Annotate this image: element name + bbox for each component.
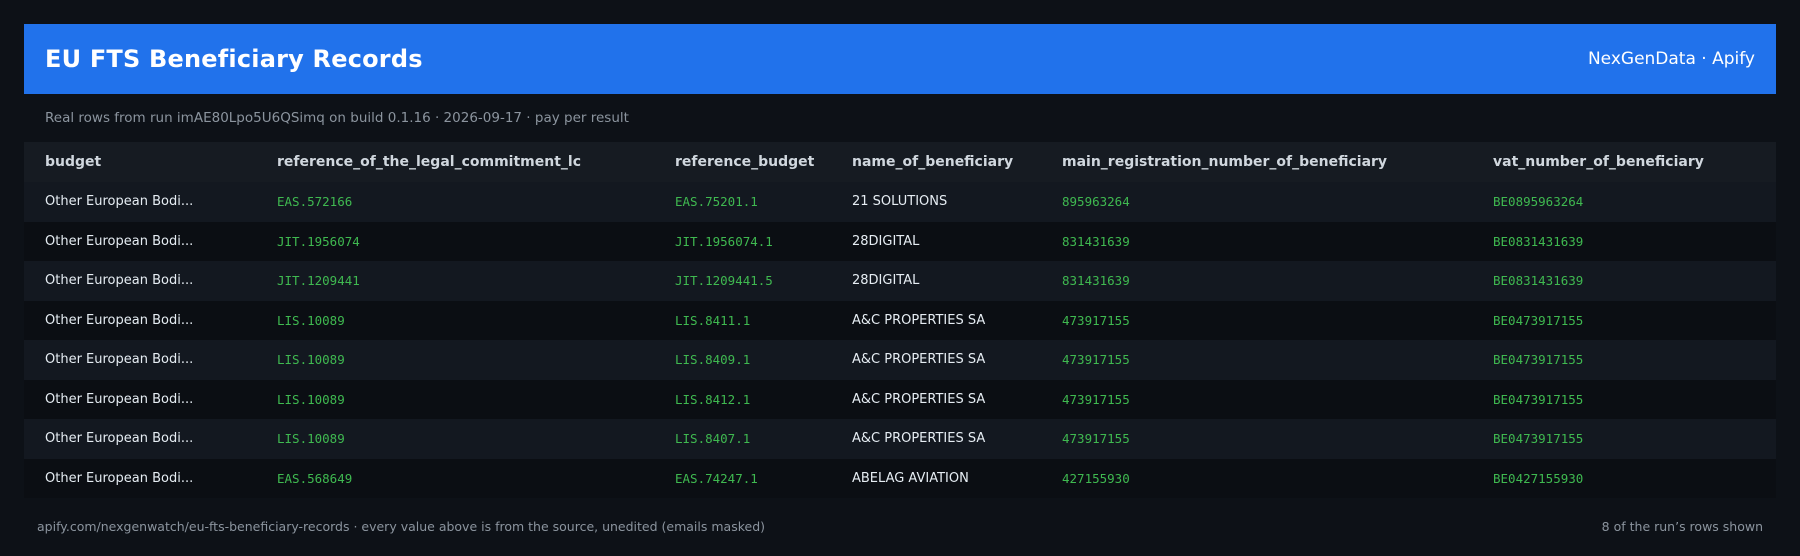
- table-row: Other European Bodi... LIS.10089 LIS.841…: [24, 379, 1776, 419]
- cell-budget: Other European Bodi...: [24, 419, 256, 459]
- cell-budget: Other European Bodi...: [24, 458, 256, 498]
- cell-reference-legal-commitment: LIS.10089: [256, 340, 654, 380]
- brand-label: NexGenData · Apify: [1587, 49, 1755, 69]
- cell-main-registration-number: 473917155: [1041, 419, 1472, 459]
- source-note: apify.com/nexgenwatch/eu-fts-beneficiary…: [37, 518, 766, 534]
- page-title: EU FTS Beneficiary Records: [45, 45, 423, 73]
- cell-main-registration-number: 473917155: [1041, 340, 1472, 380]
- cell-budget: Other European Bodi...: [24, 379, 256, 419]
- cell-reference-budget: EAS.74247.1: [654, 458, 831, 498]
- cell-reference-budget: JIT.1956074.1: [654, 221, 831, 261]
- cell-reference-legal-commitment: LIS.10089: [256, 419, 654, 459]
- cell-name-of-beneficiary: 21 SOLUTIONS: [831, 182, 1041, 222]
- cell-budget: Other European Bodi...: [24, 182, 256, 222]
- cell-reference-budget: JIT.1209441.5: [654, 261, 831, 301]
- cell-vat-number: BE0473917155: [1472, 300, 1776, 340]
- column-header-vat-number[interactable]: vat_number_of_beneficiary: [1472, 142, 1776, 182]
- column-header-reference-legal-commitment[interactable]: reference_of_the_legal_commitment_lc: [256, 142, 654, 182]
- cell-budget: Other European Bodi...: [24, 340, 256, 380]
- cell-name-of-beneficiary: A&C PROPERTIES SA: [831, 379, 1041, 419]
- table-header-row: budget reference_of_the_legal_commitment…: [24, 142, 1776, 182]
- cell-reference-legal-commitment: LIS.10089: [256, 300, 654, 340]
- column-header-budget[interactable]: budget: [24, 142, 256, 182]
- cell-vat-number: BE0427155930: [1472, 458, 1776, 498]
- records-table: budget reference_of_the_legal_commitment…: [24, 142, 1776, 498]
- cell-reference-legal-commitment: JIT.1209441: [256, 261, 654, 301]
- cell-vat-number: BE0831431639: [1472, 221, 1776, 261]
- cell-name-of-beneficiary: A&C PROPERTIES SA: [831, 300, 1041, 340]
- table-row: Other European Bodi... EAS.568649 EAS.74…: [24, 458, 1776, 498]
- row-count-note: 8 of the run’s rows shown: [1601, 518, 1763, 534]
- cell-name-of-beneficiary: ABELAG AVIATION: [831, 458, 1041, 498]
- cell-reference-legal-commitment: JIT.1956074: [256, 221, 654, 261]
- cell-name-of-beneficiary: A&C PROPERTIES SA: [831, 340, 1041, 380]
- cell-reference-budget: LIS.8407.1: [654, 419, 831, 459]
- cell-reference-legal-commitment: LIS.10089: [256, 379, 654, 419]
- cell-main-registration-number: 427155930: [1041, 458, 1472, 498]
- cell-name-of-beneficiary: 28DIGITAL: [831, 261, 1041, 301]
- table-row: Other European Bodi... LIS.10089 LIS.841…: [24, 300, 1776, 340]
- cell-main-registration-number: 831431639: [1041, 261, 1472, 301]
- column-header-reference-budget[interactable]: reference_budget: [654, 142, 831, 182]
- cell-budget: Other European Bodi...: [24, 300, 256, 340]
- cell-vat-number: BE0473917155: [1472, 419, 1776, 459]
- cell-budget: Other European Bodi...: [24, 261, 256, 301]
- cell-reference-budget: LIS.8412.1: [654, 379, 831, 419]
- cell-vat-number: BE0895963264: [1472, 182, 1776, 222]
- table-row: Other European Bodi... JIT.1956074 JIT.1…: [24, 221, 1776, 261]
- records-panel: EU FTS Beneficiary Records NexGenData · …: [24, 24, 1776, 554]
- header-bar: EU FTS Beneficiary Records NexGenData · …: [24, 24, 1776, 94]
- cell-reference-legal-commitment: EAS.572166: [256, 182, 654, 222]
- column-header-main-registration-number[interactable]: main_registration_number_of_beneficiary: [1041, 142, 1472, 182]
- cell-vat-number: BE0473917155: [1472, 379, 1776, 419]
- cell-vat-number: BE0831431639: [1472, 261, 1776, 301]
- cell-main-registration-number: 831431639: [1041, 221, 1472, 261]
- cell-budget: Other European Bodi...: [24, 221, 256, 261]
- table-row: Other European Bodi... LIS.10089 LIS.840…: [24, 419, 1776, 459]
- footer-bar: apify.com/nexgenwatch/eu-fts-beneficiary…: [24, 498, 1776, 554]
- cell-reference-legal-commitment: EAS.568649: [256, 458, 654, 498]
- cell-reference-budget: LIS.8409.1: [654, 340, 831, 380]
- cell-vat-number: BE0473917155: [1472, 340, 1776, 380]
- table-row: Other European Bodi... LIS.10089 LIS.840…: [24, 340, 1776, 380]
- cell-main-registration-number: 895963264: [1041, 182, 1472, 222]
- cell-main-registration-number: 473917155: [1041, 379, 1472, 419]
- cell-name-of-beneficiary: A&C PROPERTIES SA: [831, 419, 1041, 459]
- table-row: Other European Bodi... JIT.1209441 JIT.1…: [24, 261, 1776, 301]
- cell-reference-budget: LIS.8411.1: [654, 300, 831, 340]
- cell-main-registration-number: 473917155: [1041, 300, 1472, 340]
- cell-reference-budget: EAS.75201.1: [654, 182, 831, 222]
- table-row: Other European Bodi... EAS.572166 EAS.75…: [24, 182, 1776, 222]
- cell-name-of-beneficiary: 28DIGITAL: [831, 221, 1041, 261]
- run-subtitle: Real rows from run imAE80Lpo5U6QSimq on …: [45, 110, 629, 126]
- column-header-name-of-beneficiary[interactable]: name_of_beneficiary: [831, 142, 1041, 182]
